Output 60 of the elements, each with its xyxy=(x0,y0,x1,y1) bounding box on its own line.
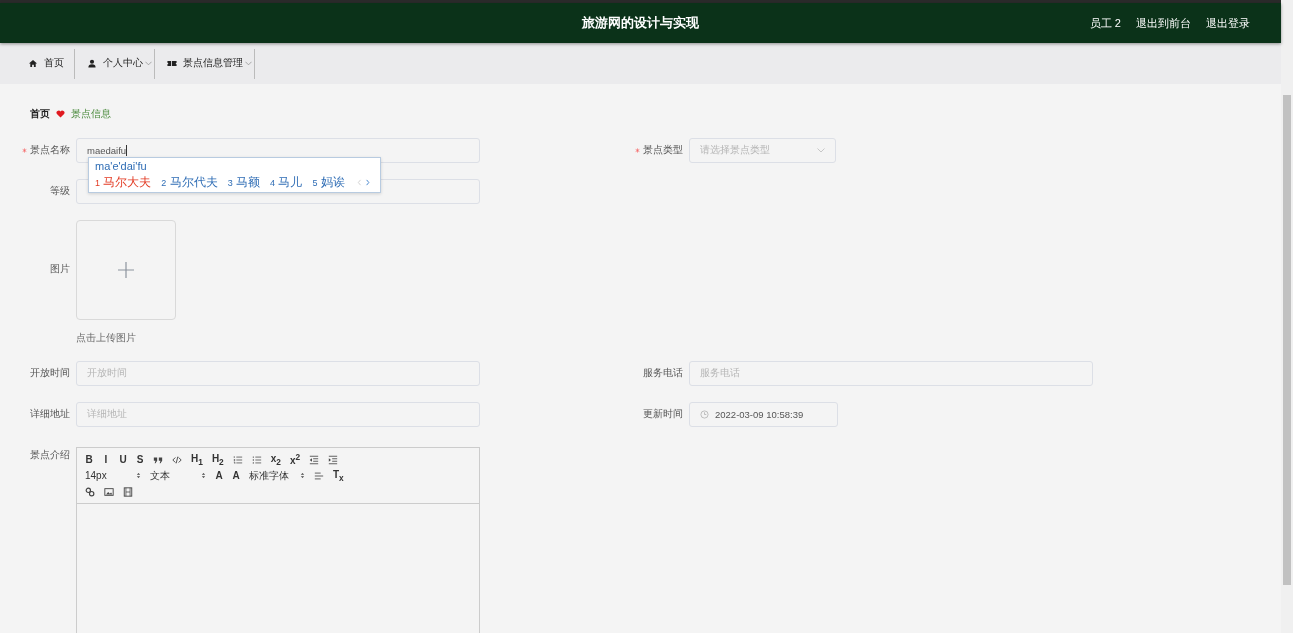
ime-candidate[interactable]: 2 马尔代夫 xyxy=(161,174,218,191)
format-button[interactable]: H$_{1}$ xyxy=(191,452,203,467)
scrollbar[interactable] xyxy=(1281,0,1293,633)
format-button[interactable]: S xyxy=(136,454,144,465)
toolbar-select[interactable]: 文本 xyxy=(150,468,206,483)
ime-candidate[interactable]: 3 马额 xyxy=(227,174,261,191)
chevron-down-icon xyxy=(817,148,825,153)
format-button[interactable]: B xyxy=(85,454,93,465)
site-title: 旅游网的设计与实现 xyxy=(582,14,699,32)
field-label: 景点名称 xyxy=(30,144,70,157)
format-button[interactable]: x$_{2}$ xyxy=(270,452,281,467)
format-button[interactable]: T$_{x}$ xyxy=(333,468,344,483)
ime-candidate[interactable]: 4 马儿 xyxy=(270,174,303,191)
sort-arrows-icon xyxy=(201,472,206,479)
indent-icon[interactable] xyxy=(328,454,339,465)
home-icon xyxy=(28,59,38,68)
outdent-icon[interactable] xyxy=(309,454,320,465)
nav-menu-item[interactable]: 景点信息管理 xyxy=(155,48,255,79)
breadcrumb-link[interactable]: 首页 xyxy=(30,107,50,121)
user-icon xyxy=(87,59,97,68)
clock-icon xyxy=(700,410,709,419)
format-button[interactable]: I xyxy=(102,454,110,465)
date-time-picker[interactable]: 2022-03-09 10:58:39 xyxy=(689,402,838,427)
field-label: 景点介绍 xyxy=(30,449,70,462)
plus-icon xyxy=(118,262,134,278)
numbered-list-icon[interactable] xyxy=(232,454,243,465)
field-label: 景点类型 xyxy=(643,144,683,157)
header-link[interactable]: 员工 2 xyxy=(1089,15,1121,31)
format-button[interactable]: A xyxy=(215,470,223,481)
breadcrumb-current: 景点信息 xyxy=(71,107,111,121)
image-icon[interactable] xyxy=(104,486,114,497)
ime-composition: ma'e'dai'fu xyxy=(95,160,148,172)
link-icon[interactable] xyxy=(85,486,95,497)
sort-arrows-icon xyxy=(136,472,141,479)
toolbar-select[interactable]: 标准字体 xyxy=(249,468,305,483)
header-link[interactable]: 退出登录 xyxy=(1206,15,1250,31)
field-label: 详细地址 xyxy=(30,408,70,421)
header-link[interactable]: 退出到前台 xyxy=(1136,15,1191,31)
field-label: 服务电话 xyxy=(643,367,683,380)
field-label: 图片 xyxy=(50,263,70,276)
video-icon[interactable] xyxy=(123,486,133,497)
nav-menu-item[interactable]: 个人中心 xyxy=(75,48,155,79)
field-label: 等级 xyxy=(50,185,70,198)
ticket-icon xyxy=(167,59,177,68)
heart-icon xyxy=(56,110,65,118)
code-icon[interactable] xyxy=(172,454,182,465)
field-label: 开放时间 xyxy=(30,367,70,380)
format-button[interactable]: H$_{2}$ xyxy=(211,452,224,467)
format-button[interactable]: x$^{2}$ xyxy=(289,452,301,467)
upload-hint: 点击上传图片 xyxy=(76,332,137,345)
nav-menu-item[interactable]: 首页 xyxy=(16,48,75,79)
field-label: 更新时间 xyxy=(643,408,683,421)
ime-candidate[interactable]: 5 妈诶 xyxy=(312,174,345,191)
format-button[interactable]: A xyxy=(232,470,240,481)
format-button[interactable]: U xyxy=(119,454,127,465)
bullet-list-icon[interactable] xyxy=(251,454,262,465)
align-icon[interactable] xyxy=(314,470,324,481)
sort-arrows-icon xyxy=(300,472,305,479)
ime-candidate[interactable]: 1 马尔大夫 xyxy=(95,174,152,191)
toolbar-select[interactable]: 14px xyxy=(85,470,141,481)
